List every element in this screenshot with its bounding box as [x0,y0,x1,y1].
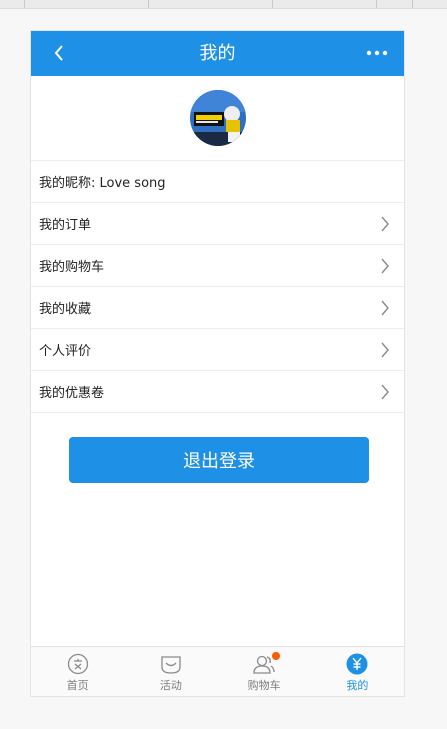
tab-label: 活动 [159,679,182,692]
list-item-label: 我的订单 [39,218,92,233]
avatar-section [31,76,404,161]
tab-home[interactable]: 首页 [31,647,124,696]
nickname-text: 我的昵称: Love song [39,176,166,191]
menu-list: 我的昵称: Love song 我的订单 我的购物车 我的收藏 个人评价 我的优… [31,161,404,413]
cart-badge-dot [272,652,281,660]
avatar[interactable] [190,90,246,146]
activity-icon [161,656,181,674]
tab-mine[interactable]: 我的 [311,647,404,696]
logout-button[interactable]: 退出登录 [69,437,369,483]
home-icon [67,653,88,675]
list-item-cart[interactable]: 我的购物车 [31,245,404,287]
list-item-label: 我的收藏 [39,302,92,317]
chevron-right-icon [381,216,389,232]
list-item-coupons[interactable]: 我的优惠卷 [31,371,404,413]
more-horizontal-icon [366,50,388,56]
yen-icon [346,653,368,675]
back-button[interactable] [45,39,73,67]
chevron-right-icon [381,384,389,400]
list-item-favorites[interactable]: 我的收藏 [31,287,404,329]
chevron-right-icon [381,258,389,274]
chevron-right-icon [381,342,389,358]
tab-label: 购物车 [247,679,281,692]
list-item-label: 我的购物车 [39,260,105,275]
page-title: 我的 [199,43,236,64]
tab-bar: 首页 活动 购物车 我的 [31,646,404,696]
tab-activity[interactable]: 活动 [124,647,217,696]
phone-frame: 我的 我的昵称: Love song 我的订单 我的购物车 我的收藏 个人评价 … [30,30,405,697]
header-bar: 我的 [31,31,404,76]
list-item-label: 个人评价 [39,344,92,359]
list-item-reviews[interactable]: 个人评价 [31,329,404,371]
nickname-row: 我的昵称: Love song [31,161,404,203]
chevron-left-icon [54,45,63,61]
avatar-image [190,90,246,146]
tab-label: 首页 [66,679,89,692]
tab-cart[interactable]: 购物车 [218,647,311,696]
more-button[interactable] [362,39,392,67]
list-item-label: 我的优惠卷 [39,386,105,401]
browser-top-strip [0,0,447,9]
tab-label: 我的 [346,679,369,692]
chevron-right-icon [381,300,389,316]
list-item-orders[interactable]: 我的订单 [31,203,404,245]
